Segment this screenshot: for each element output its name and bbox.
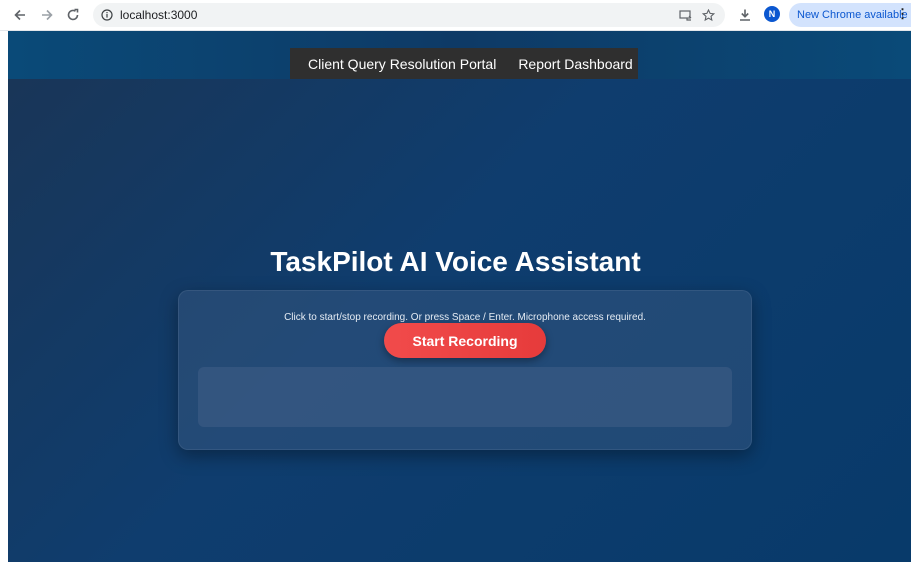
- url-text[interactable]: localhost:3000: [120, 8, 197, 22]
- app-viewport: Client Query Resolution Portal Report Da…: [8, 31, 911, 562]
- voice-assistant-card: Click to start/stop recording. Or press …: [178, 290, 752, 450]
- nav-link-client-query-portal[interactable]: Client Query Resolution Portal: [308, 56, 496, 72]
- profile-avatar[interactable]: N: [764, 6, 780, 22]
- site-info-icon[interactable]: [99, 7, 115, 23]
- recording-hint: Click to start/stop recording. Or press …: [284, 312, 646, 323]
- cast-icon[interactable]: [677, 7, 693, 23]
- download-icon[interactable]: [735, 5, 755, 25]
- address-bar[interactable]: localhost:3000: [93, 3, 725, 27]
- forward-icon[interactable]: [37, 5, 57, 25]
- start-recording-button[interactable]: Start Recording: [384, 323, 546, 358]
- update-label: New Chrome available: [797, 9, 908, 21]
- back-icon[interactable]: [10, 5, 30, 25]
- bookmark-star-icon[interactable]: [700, 7, 716, 23]
- nav-link-report-dashboard[interactable]: Report Dashboard: [518, 56, 632, 72]
- top-navigation: Client Query Resolution Portal Report Da…: [290, 48, 638, 79]
- kebab-menu-icon[interactable]: ⋮: [896, 6, 909, 22]
- browser-toolbar: localhost:3000 N New Chrome available ⋮: [0, 0, 911, 31]
- transcript-output: [198, 367, 732, 427]
- chrome-update-button[interactable]: New Chrome available ⋮: [789, 3, 911, 27]
- page-title: TaskPilot AI Voice Assistant: [270, 246, 641, 277]
- reload-icon[interactable]: [63, 5, 83, 25]
